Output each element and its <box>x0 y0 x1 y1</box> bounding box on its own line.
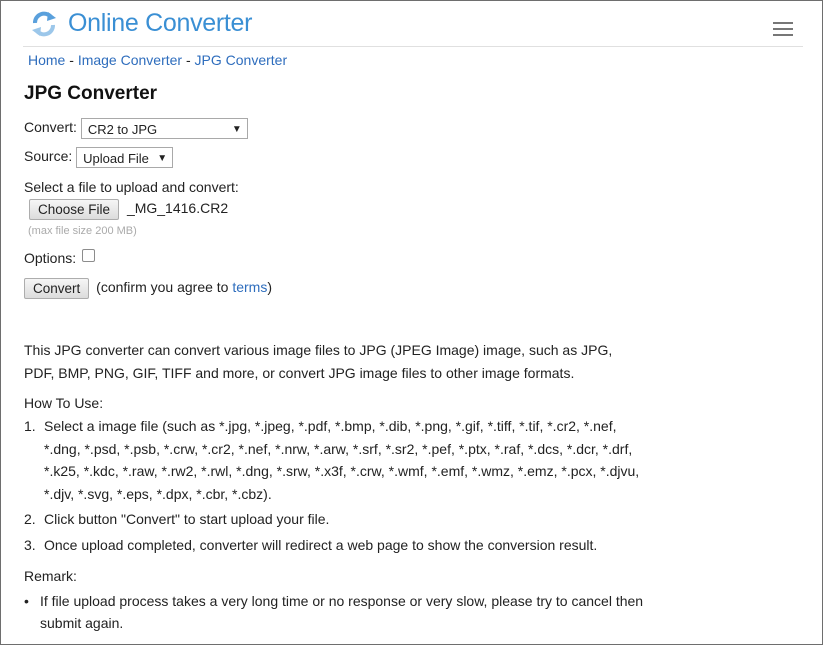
menu-bar <box>773 22 793 24</box>
file-chooser-row: Choose File _MG_1416.CR2 <box>29 199 228 220</box>
confirm-text-suffix: ) <box>267 279 273 296</box>
convert-submit-row: Convert (confirm you agree to terms) <box>24 278 272 299</box>
select-file-label: Select a file to upload and convert: <box>24 179 239 195</box>
source-label: Source: <box>24 148 73 165</box>
selected-file-name: _MG_1416.CR2 <box>126 200 229 217</box>
convert-label: Convert: <box>24 119 77 136</box>
bullet-icon: • <box>24 593 29 609</box>
howto-heading: How To Use: <box>24 395 104 411</box>
source-row: Source: Upload File ▼ <box>24 147 174 168</box>
dropdown-arrow-icon: ▼ <box>157 153 168 164</box>
convert-type-select[interactable]: CR2 to JPG ▼ <box>80 118 248 139</box>
howto-step: 3. Once upload completed, converter will … <box>24 534 644 557</box>
breadcrumb-separator: - <box>182 52 195 68</box>
remark-item: • If file upload process takes a very lon… <box>24 590 649 634</box>
step-number: 2. <box>24 511 36 527</box>
step-number: 1. <box>24 418 36 434</box>
terms-link[interactable]: terms <box>232 279 267 295</box>
remark-text: If file upload process takes a very long… <box>40 593 644 631</box>
step-text: Select a image file (such as *.jpg, *.jp… <box>44 418 640 502</box>
breadcrumb-jpg-converter-link[interactable]: JPG Converter <box>195 52 288 68</box>
howto-step: 1. Select a image file (such as *.jpg, *.… <box>24 415 644 505</box>
step-number: 3. <box>24 536 36 553</box>
source-select-value: Upload File <box>83 151 149 166</box>
convert-select-value: CR2 to JPG <box>87 122 158 137</box>
breadcrumb-home-link[interactable]: Home <box>28 52 65 68</box>
remark-list: • If file upload process takes a very lon… <box>24 590 649 634</box>
refresh-arrows-icon[interactable] <box>29 9 59 39</box>
breadcrumb-separator: - <box>65 52 78 68</box>
choose-file-button[interactable]: Choose File <box>29 199 120 220</box>
header-divider <box>23 46 803 47</box>
breadcrumb-image-converter-link[interactable]: Image Converter <box>78 52 182 68</box>
converter-description: This JPG converter can convert various i… <box>24 342 613 381</box>
hamburger-menu-icon[interactable] <box>773 22 793 36</box>
howto-step: 2. Click button "Convert" to start upload… <box>24 508 644 531</box>
source-select[interactable]: Upload File ▼ <box>76 147 174 168</box>
step-text: Once upload completed, converter will re… <box>44 536 598 553</box>
convert-button[interactable]: Convert <box>24 278 90 299</box>
howto-steps-list: 1. Select a image file (such as *.jpg, *.… <box>24 415 644 559</box>
step-text: Click button "Convert" to start upload y… <box>44 511 330 527</box>
page-title: JPG Converter <box>24 83 158 104</box>
menu-bar <box>773 28 793 30</box>
menu-bar <box>773 34 793 36</box>
max-file-size-hint: (max file size 200 MB) <box>28 225 137 237</box>
options-row: Options: <box>24 249 96 266</box>
options-checkbox[interactable] <box>82 249 96 262</box>
site-title[interactable]: Online Converter <box>68 9 252 38</box>
confirm-text-prefix: (confirm you agree to <box>96 279 233 296</box>
dropdown-arrow-icon: ▼ <box>231 124 242 135</box>
remark-heading: Remark: <box>24 568 77 584</box>
convert-row: Convert: CR2 to JPG ▼ <box>24 118 248 139</box>
site-header: Online Converter <box>1 1 822 47</box>
breadcrumb: Home - Image Converter - JPG Converter <box>28 52 287 68</box>
options-label: Options: <box>24 250 77 266</box>
